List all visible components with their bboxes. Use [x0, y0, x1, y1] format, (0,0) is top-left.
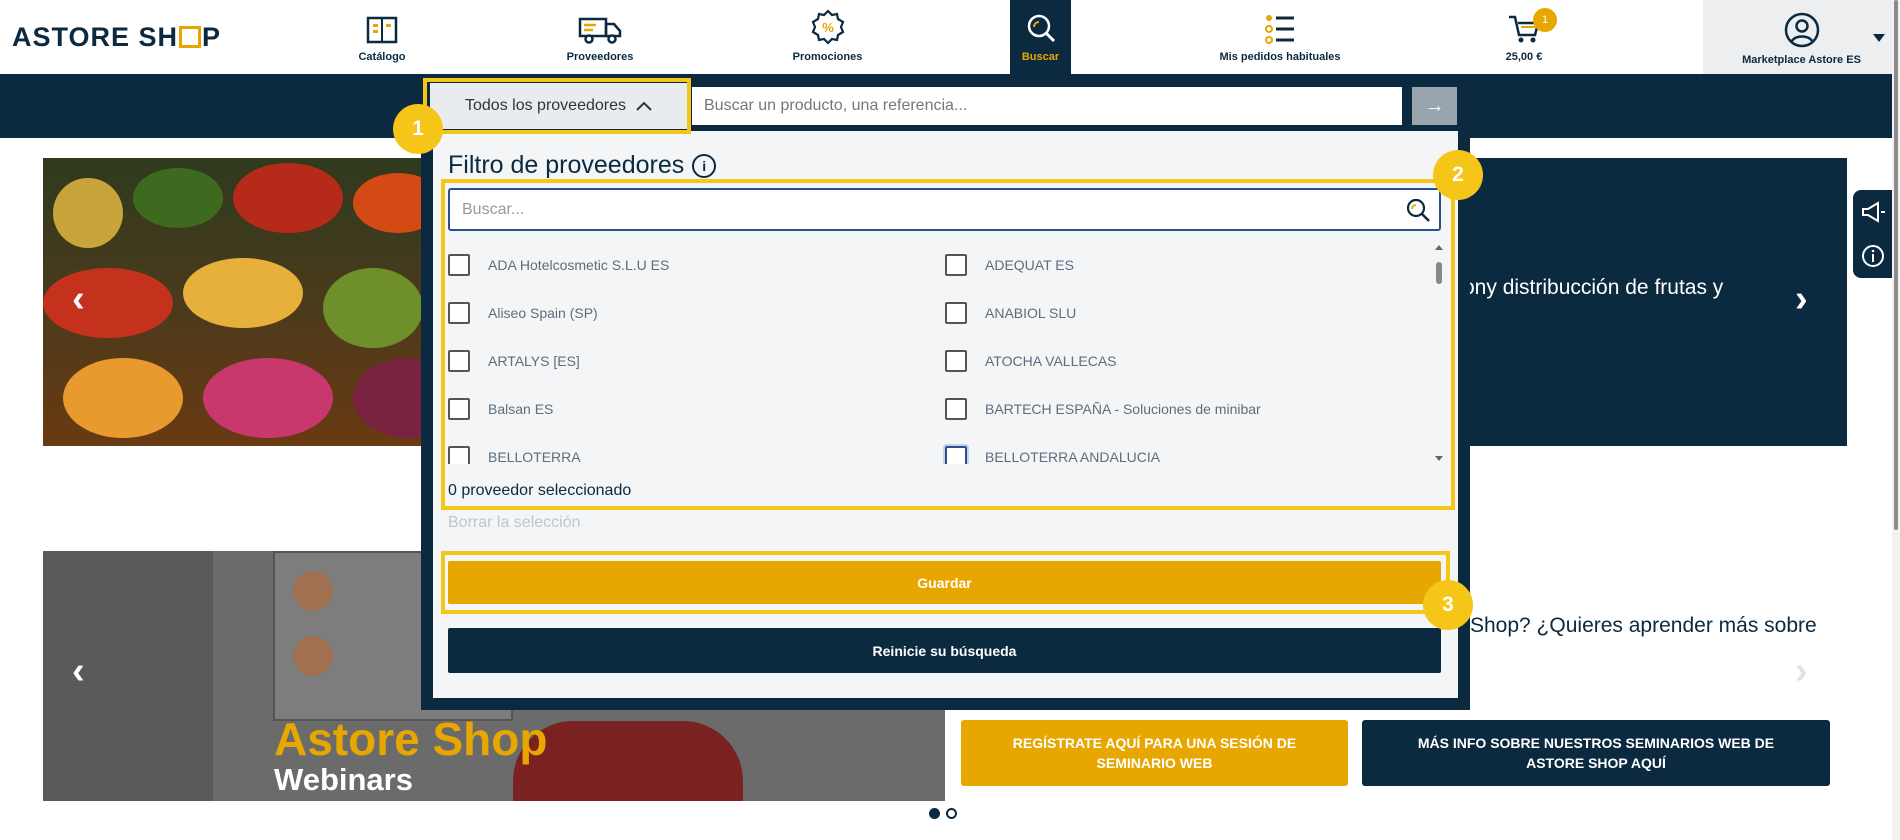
- truck-icon: [578, 17, 622, 44]
- banner2-prev-arrow[interactable]: ‹: [72, 650, 85, 693]
- clear-selection-link[interactable]: Borrar la selección: [448, 514, 581, 532]
- chevron-down-icon[interactable]: [1873, 34, 1885, 42]
- filter-info-icon[interactable]: i: [692, 153, 717, 178]
- megaphone-icon[interactable]: [1860, 200, 1886, 223]
- register-webinar-button[interactable]: REGÍSTRATE AQUÍ PARA UNA SESIÓN DE SEMIN…: [961, 720, 1348, 786]
- banner1-prev-arrow[interactable]: ‹: [72, 278, 85, 321]
- carousel-dot-1[interactable]: [929, 808, 940, 819]
- logo-house-icon: [179, 25, 202, 48]
- nav-catalogo[interactable]: Catálogo: [342, 0, 422, 74]
- account-label: Marketplace Astore ES: [1742, 54, 1861, 66]
- nav-mis-pedidos-habituales[interactable]: Mis pedidos habituales: [1210, 0, 1350, 74]
- nav-label: Promociones: [792, 51, 863, 63]
- cart-total: 25,00 €: [1505, 51, 1543, 63]
- cart-count-badge: 1: [1533, 8, 1557, 32]
- nav-label: Buscar: [1021, 51, 1060, 63]
- banner1-text: ony distribucción de frutas y: [1463, 276, 1724, 299]
- webinars-subtitle: Webinars: [274, 762, 413, 797]
- step-badge-3: 3: [1423, 580, 1473, 630]
- svg-text:%: %: [822, 20, 834, 35]
- reset-search-button[interactable]: Reinicie su búsqueda: [448, 628, 1441, 673]
- filter-title-text: Filtro de proveedores: [448, 151, 685, 179]
- step-badge-1: 1: [393, 104, 443, 154]
- top-navigation-bar: ASTORE SH P Catálogo Proveedores % Promoc…: [0, 0, 1900, 74]
- user-circle-icon: [1784, 12, 1819, 48]
- nav-label: Catálogo: [358, 51, 406, 63]
- carousel-dot-2[interactable]: [946, 808, 957, 819]
- info-icon[interactable]: [1861, 244, 1885, 268]
- highlight-box-2: [441, 179, 1455, 510]
- account-menu[interactable]: Marketplace Astore ES: [1703, 0, 1900, 74]
- page-scrollbar-thumb[interactable]: [1894, 0, 1898, 530]
- highlight-box-3: [441, 551, 1450, 614]
- banner2-text: Shop? ¿Quieres aprender más sobre: [1470, 614, 1817, 637]
- filter-title: Filtro de proveedores i: [448, 151, 717, 180]
- banner2-next-arrow[interactable]: ›: [1795, 650, 1808, 693]
- step-badge-2: 2: [1433, 150, 1483, 200]
- book-icon: [366, 16, 398, 44]
- webinar-info-button[interactable]: MÁS INFO SOBRE NUESTROS SEMINARIOS WEB D…: [1362, 720, 1830, 786]
- nav-proveedores[interactable]: Proveedores: [550, 0, 650, 74]
- search-submit-button[interactable]: →: [1412, 87, 1457, 125]
- highlight-box-1: [423, 78, 691, 134]
- logo-text: ASTORE SH: [12, 22, 179, 52]
- astore-shop-logo[interactable]: ASTORE SH P: [12, 22, 221, 53]
- nav-buscar[interactable]: Buscar: [1010, 0, 1071, 74]
- side-widget: [1853, 190, 1892, 278]
- logo-text-end: P: [202, 22, 222, 52]
- product-search-input[interactable]: [692, 87, 1402, 125]
- nav-label: Proveedores: [566, 51, 634, 63]
- nav-promociones[interactable]: % Promociones: [780, 0, 875, 74]
- arrow-right-icon: →: [1424, 94, 1445, 117]
- list-icon: [1265, 15, 1294, 44]
- search-icon: [1027, 14, 1055, 43]
- nav-label: Mis pedidos habituales: [1219, 51, 1341, 63]
- percent-badge-icon: %: [811, 9, 844, 45]
- banner1-next-arrow[interactable]: ›: [1795, 278, 1808, 321]
- webinars-title: Astore Shop: [274, 713, 548, 765]
